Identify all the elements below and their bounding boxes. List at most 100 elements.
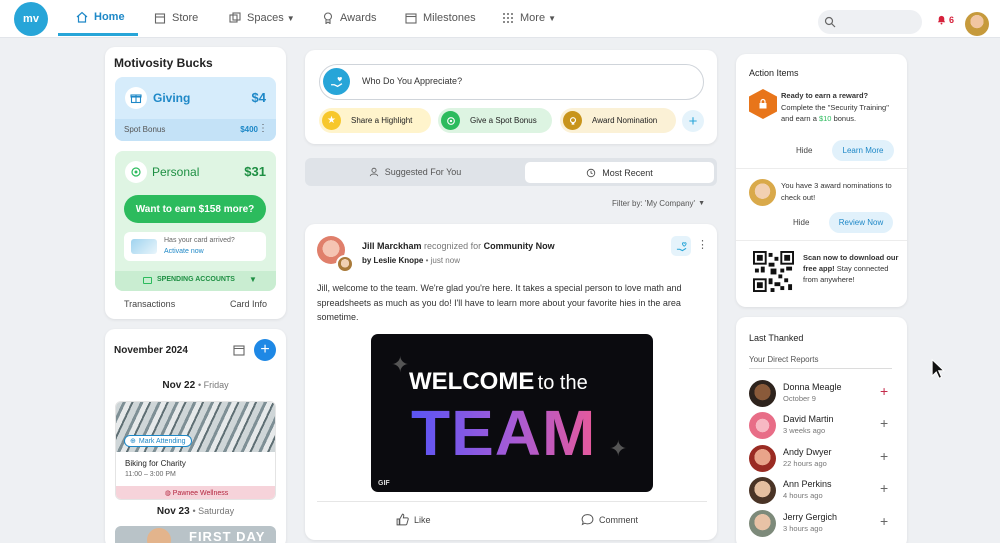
search-icon [824,16,836,28]
thank-plus-icon[interactable]: + [880,513,888,529]
share-highlight-label: Share a Highlight [351,116,413,125]
day-saturday: Saturday [198,506,235,516]
card-icon [131,239,157,254]
award-nomination-button[interactable]: Award Nomination [560,108,676,133]
activate-link[interactable]: Activate now [164,248,204,255]
calendar-card: November 2024 + Nov 22 • Friday ⊕ Mark A… [105,329,286,543]
card-arrived-banner[interactable]: Has your card arrived? Activate now [124,232,266,261]
giving-account[interactable]: Giving $4 Spot Bonus $400 ⋮ [115,77,276,141]
bucks-card: Motivosity Bucks Giving $4 Spot Bonus $4… [105,47,286,319]
spending-accounts-label: SPENDING ACCOUNTS [157,276,235,283]
post-kebab-icon[interactable]: ⋮ [697,238,708,251]
spending-accounts-toggle[interactable]: SPENDING ACCOUNTS ▼ [115,271,276,291]
kebab-menu-icon[interactable]: ⋮ [258,123,268,134]
review-now-button[interactable]: Review Now [829,212,893,233]
nav-home-label: Home [94,10,125,23]
thanked-row[interactable]: Jerry Gergich 3 hours ago + [736,508,907,538]
like-label: Like [414,514,431,525]
transactions-link[interactable]: Transactions [124,299,175,309]
spot-bonus-button[interactable]: Give a Spot Bonus [438,108,552,133]
add-event-button[interactable]: + [254,339,276,361]
spaces-icon [229,12,241,23]
post-by[interactable]: by Leslie Knope [362,256,423,265]
thank-plus-icon[interactable]: + [880,383,888,399]
appreciate-post-button[interactable] [671,236,691,256]
recognizer-avatar[interactable] [336,255,354,273]
calendar-icon [405,13,417,24]
share-highlight-button[interactable]: ★ Share a Highlight [319,108,431,133]
person-when: October 9 [783,394,816,403]
thanked-row[interactable]: Ann Perkins 4 hours ago + [736,475,907,505]
thanked-row[interactable]: Donna Meagle October 9 + [736,378,907,408]
qr-code-icon[interactable] [749,251,798,292]
feed-filter[interactable]: Filter by: 'My Company' ▼ [612,199,705,208]
nav-more[interactable]: More ▼ [502,0,556,36]
day-friday: Friday [203,380,229,390]
motivosity-logo[interactable]: mv [14,2,48,36]
award-icon [323,12,333,24]
thanked-row[interactable]: David Martin 3 weeks ago + [736,410,907,440]
action-1-suffix: bonus. [833,114,857,123]
person-when: 3 weeks ago [783,426,826,435]
person-when: 3 hours ago [783,524,823,533]
person-when: 4 hours ago [783,491,823,500]
event-title: Biking for Charity [125,459,186,468]
nav-spaces-label: Spaces [247,12,284,24]
event-card[interactable]: ⊕ Mark Attending Biking for Charity 11:0… [115,401,276,500]
store-icon [154,13,166,24]
personal-amount: $31 [244,164,266,179]
comment-icon [581,514,594,526]
learn-more-button[interactable]: Learn More [832,140,894,161]
post-value[interactable]: Community Now [484,241,555,251]
nav-awards[interactable]: Awards [322,0,376,36]
like-button[interactable]: Like [396,513,431,526]
appreciate-input[interactable]: Who Do You Appreciate? [319,64,704,100]
hide-button-1[interactable]: Hide [796,146,812,155]
feed-filter-label: Filter by: 'My Company' [612,199,696,208]
gif-line-to-the: to the [537,372,588,394]
notifications-button[interactable]: 6 [936,14,954,25]
chevron-down-icon: ▼ [249,275,257,284]
mark-attending-button[interactable]: ⊕ Mark Attending [124,435,192,447]
thanked-row[interactable]: Andy Dwyer 22 hours ago + [736,443,907,473]
thank-plus-icon[interactable]: + [880,480,888,496]
award-icon [563,111,582,130]
thank-plus-icon[interactable]: + [880,448,888,464]
tab-suggested[interactable]: Suggested For You [305,158,525,186]
search-input[interactable] [818,10,922,34]
spot-bonus-label: Give a Spot Bonus [470,116,537,125]
thumbs-up-icon [396,513,409,526]
person-when: 22 hours ago [783,459,827,468]
top-bar: mv Home Store Spaces ▼ Awards Milestones… [0,0,1000,38]
card-info-link[interactable]: Card Info [230,299,267,309]
earn-more-button[interactable]: Want to earn $158 more? [124,195,266,223]
gif-line-team: TEAM [411,397,597,469]
nav-store[interactable]: Store [154,0,198,36]
thank-plus-icon[interactable]: + [880,415,888,431]
nav-spaces[interactable]: Spaces ▼ [229,0,295,36]
bucks-title: Motivosity Bucks [114,56,213,70]
appreciate-placeholder: Who Do You Appreciate? [362,76,463,86]
grid-icon [503,13,513,23]
home-icon [76,11,88,23]
post-author[interactable]: Jill Marckham [362,241,422,251]
calendar-icon[interactable] [233,344,245,356]
recognition-post: Jill Marckham recognized for Community N… [305,224,717,540]
gift-icon [125,87,147,109]
nav-milestones[interactable]: Milestones [405,0,476,36]
person-name: Jerry Gergich [783,512,838,522]
nav-home[interactable]: Home [58,0,138,36]
caret-down-icon: ▼ [698,200,706,207]
user-avatar[interactable] [965,12,989,36]
org-icon: ◍ [164,490,173,497]
hide-button-2[interactable]: Hide [793,218,809,227]
welcome-gif[interactable]: WELCOME to the TEAM ✦ ✦ GIF [371,334,653,492]
more-options-button[interactable]: + [682,110,704,132]
chevron-down-icon: ▼ [548,13,556,23]
hand-heart-icon [676,241,687,251]
tab-most-recent[interactable]: Most Recent [525,162,714,183]
direct-reports-label: Your Direct Reports [749,355,819,364]
comment-button[interactable]: Comment [581,513,638,526]
next-event-card[interactable]: FIRST DAY [115,526,276,543]
next-event-banner: FIRST DAY [189,529,266,543]
